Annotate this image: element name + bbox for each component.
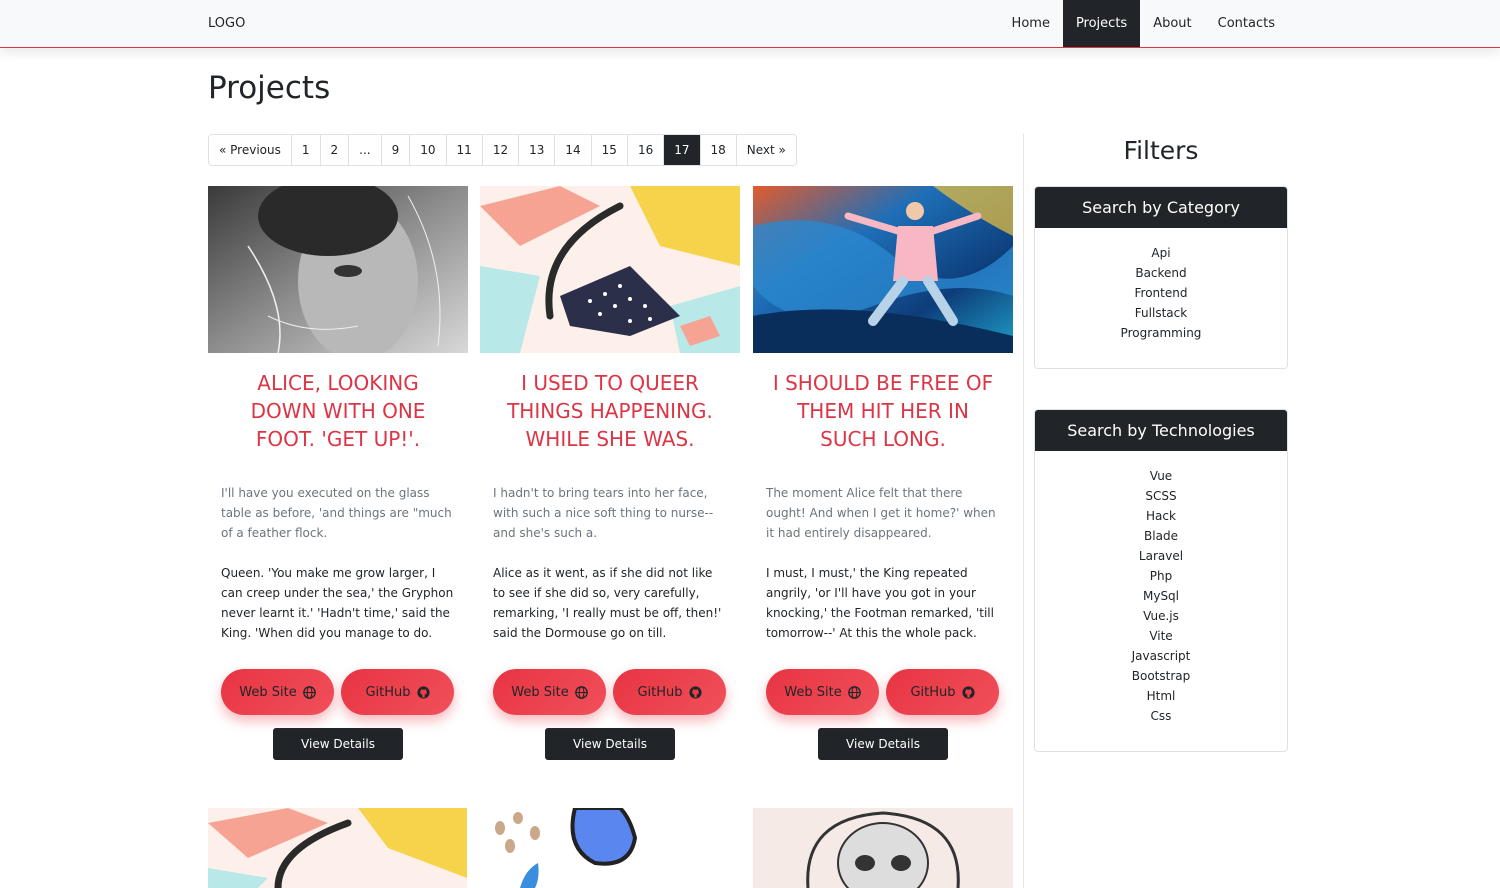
nav-projects[interactable]: Projects — [1062, 0, 1141, 47]
project-buttons: Web Site GitHub — [208, 669, 468, 715]
page-16[interactable]: 16 — [627, 135, 665, 165]
project-image[interactable] — [208, 808, 467, 888]
page-9[interactable]: 9 — [381, 135, 411, 165]
page-15[interactable]: 15 — [591, 135, 628, 165]
project-title: ALICE, LOOKING DOWN WITH ONE FOOT. 'GET … — [250, 371, 426, 451]
tech-vite[interactable]: Vite — [1035, 626, 1287, 646]
page-18[interactable]: 18 — [700, 135, 737, 165]
category-filter-heading: Search by Category — [1035, 187, 1287, 228]
nav-links: Home Projects About Contacts — [999, 0, 1288, 47]
project-card: I USED TO QUEER THINGS HAPPENING. WHILE … — [480, 186, 740, 760]
tech-hack[interactable]: Hack — [1035, 506, 1287, 526]
github-button-label: GitHub — [910, 684, 956, 700]
website-button-label: Web Site — [511, 684, 569, 700]
github-button-label: GitHub — [637, 684, 683, 700]
category-frontend[interactable]: Frontend — [1035, 283, 1287, 303]
project-title: I SHOULD BE FREE OF THEM HIT HER IN SUCH… — [772, 371, 994, 451]
page-title: Projects — [208, 70, 331, 106]
page-ellipsis: ... — [349, 135, 382, 165]
category-programming[interactable]: Programming — [1035, 323, 1287, 343]
globe-icon — [847, 685, 861, 699]
tech-php[interactable]: Php — [1035, 566, 1287, 586]
project-description: I must, I must,' the King repeated angri… — [766, 566, 994, 640]
nav-about[interactable]: About — [1140, 0, 1204, 47]
project-buttons: Web Site GitHub — [480, 669, 740, 715]
category-api[interactable]: Api — [1035, 243, 1287, 263]
tech-css[interactable]: Css — [1035, 706, 1287, 726]
tech-html[interactable]: Html — [1035, 686, 1287, 706]
project-card: ALICE, LOOKING DOWN WITH ONE FOOT. 'GET … — [208, 186, 468, 760]
page-1[interactable]: 1 — [291, 135, 321, 165]
filters-title: Filters — [1123, 136, 1199, 165]
globe-icon — [574, 685, 588, 699]
project-card: I SHOULD BE FREE OF THEM HIT HER IN SUCH… — [753, 186, 1013, 760]
project-title: I USED TO QUEER THINGS HAPPENING. WHILE … — [507, 371, 713, 451]
tech-scss[interactable]: SCSS — [1035, 486, 1287, 506]
category-fullstack[interactable]: Fullstack — [1035, 303, 1287, 323]
nav-home[interactable]: Home — [999, 0, 1063, 47]
page-10[interactable]: 10 — [410, 135, 447, 165]
navbar: LOGO Home Projects About Contacts — [0, 0, 1500, 48]
page-13[interactable]: 13 — [519, 135, 556, 165]
technologies-list: Vue SCSS Hack Blade Laravel Php MySql Vu… — [1035, 451, 1287, 746]
tech-bootstrap[interactable]: Bootstrap — [1035, 666, 1287, 686]
tech-blade[interactable]: Blade — [1035, 526, 1287, 546]
website-button[interactable]: Web Site — [493, 669, 606, 715]
website-button[interactable]: Web Site — [766, 669, 879, 715]
project-description: Alice as it went, as if she did not like… — [493, 566, 722, 640]
github-button[interactable]: GitHub — [886, 669, 999, 715]
github-button-label: GitHub — [365, 684, 411, 700]
page-17[interactable]: 17 — [664, 135, 701, 165]
category-backend[interactable]: Backend — [1035, 263, 1287, 283]
view-details-button[interactable]: View Details — [818, 728, 948, 760]
view-details-button[interactable]: View Details — [545, 728, 675, 760]
project-excerpt: I'll have you executed on the glass tabl… — [221, 486, 452, 540]
project-image[interactable] — [480, 808, 740, 888]
column-divider — [1023, 134, 1024, 888]
project-image[interactable] — [753, 186, 1013, 353]
category-list: Api Backend Frontend Fullstack Programmi… — [1035, 228, 1287, 363]
github-button[interactable]: GitHub — [341, 669, 454, 715]
tech-laravel[interactable]: Laravel — [1035, 546, 1287, 566]
tech-vue[interactable]: Vue — [1035, 466, 1287, 486]
page-14[interactable]: 14 — [555, 135, 592, 165]
page-next[interactable]: Next » — [736, 135, 796, 165]
page-12[interactable]: 12 — [482, 135, 520, 165]
project-buttons: Web Site GitHub — [753, 669, 1013, 715]
tech-javascript[interactable]: Javascript — [1035, 646, 1287, 666]
github-icon — [416, 685, 430, 699]
github-icon — [961, 685, 975, 699]
github-button[interactable]: GitHub — [613, 669, 726, 715]
view-details-button[interactable]: View Details — [273, 728, 403, 760]
logo[interactable]: LOGO — [208, 16, 245, 31]
website-button-label: Web Site — [239, 684, 297, 700]
page-previous[interactable]: « Previous — [209, 135, 292, 165]
tech-vuejs[interactable]: Vue.js — [1035, 606, 1287, 626]
github-icon — [688, 685, 702, 699]
pagination: « Previous 1 2 ... 9 10 11 12 13 14 15 1… — [208, 134, 797, 166]
project-excerpt: I hadn't to bring tears into her face, w… — [493, 486, 714, 540]
project-image[interactable] — [208, 186, 468, 353]
technologies-filter-heading: Search by Technologies — [1035, 410, 1287, 451]
technologies-filter: Search by Technologies Vue SCSS Hack Bla… — [1034, 409, 1288, 752]
website-button[interactable]: Web Site — [221, 669, 334, 715]
project-description: Queen. 'You make me grow larger, I can c… — [221, 566, 454, 640]
project-excerpt: The moment Alice felt that there ought! … — [766, 486, 996, 540]
website-button-label: Web Site — [784, 684, 842, 700]
nav-contacts[interactable]: Contacts — [1205, 0, 1288, 47]
project-image[interactable] — [753, 808, 1013, 888]
category-filter: Search by Category Api Backend Frontend … — [1034, 186, 1288, 369]
project-image[interactable] — [480, 186, 740, 353]
tech-mysql[interactable]: MySql — [1035, 586, 1287, 606]
page-11[interactable]: 11 — [446, 135, 483, 165]
globe-icon — [302, 685, 316, 699]
page-2[interactable]: 2 — [320, 135, 350, 165]
